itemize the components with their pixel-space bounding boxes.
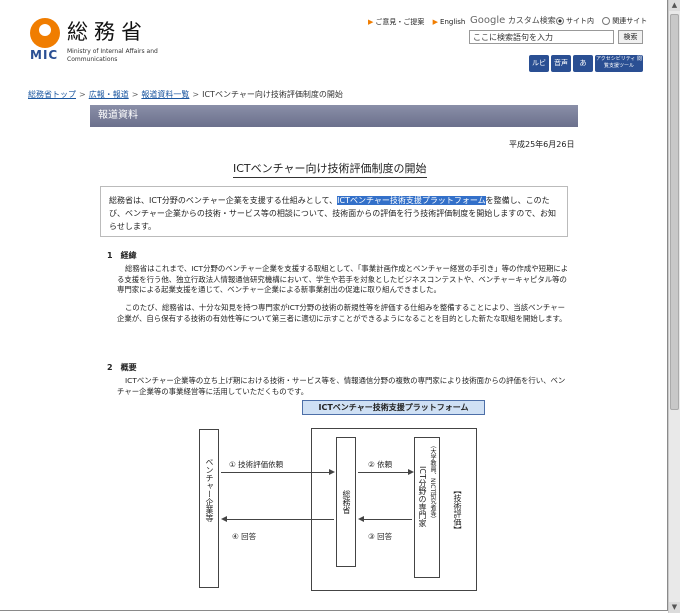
ministry-label: 総務省: [342, 490, 351, 514]
radio-unselected-icon: [602, 17, 611, 25]
section-header: 報道資料: [90, 105, 578, 127]
scroll-thumb[interactable]: [670, 14, 679, 410]
search-scope-radios: サイト内 関連サイト: [556, 16, 647, 26]
diagram-title: ICTベンチャー技術支援プラットフォーム: [302, 400, 485, 415]
arrow-icon: ▶: [432, 18, 439, 26]
arrow-icon: ▶: [368, 18, 374, 26]
platform-link[interactable]: ICTベンチャー技術支援プラットフォーム: [337, 196, 486, 205]
radio-selected-icon: [556, 17, 564, 25]
technical-evaluation-label: 【技術評価】: [453, 486, 462, 534]
breadcrumb-separator: >: [79, 90, 86, 99]
section-heading-overview: 2 概要: [107, 363, 137, 372]
arrow-right-icon: [408, 469, 414, 475]
arrow-right-icon: [329, 469, 335, 475]
arrow1-label: ① 技術評価依頼: [229, 460, 284, 469]
google-search-label: Google カスタム検索: [470, 15, 556, 26]
scroll-down-arrow-icon[interactable]: ▼: [669, 602, 680, 613]
arrow-left-icon: [221, 516, 227, 522]
breadcrumb-separator: >: [131, 90, 139, 99]
arrow-request-line: [221, 472, 329, 473]
ruby-tool-button[interactable]: ルビ: [529, 55, 549, 72]
venture-company-box: ベンチャー企業等: [199, 429, 219, 588]
text-size-button[interactable]: あ: [573, 55, 593, 72]
breadcrumb-separator: >: [192, 90, 200, 99]
speaker-icon[interactable]: 音声: [551, 55, 571, 72]
section-paragraph: ICTベンチャー企業等の立ち上げ期における技術・サービス等を、情報通信分野の複数…: [117, 376, 566, 396]
feedback-link[interactable]: ▶ ご意見・ご提案: [368, 18, 424, 26]
breadcrumb-press-link[interactable]: 広報・報道: [89, 90, 129, 99]
logo-english-name: Ministry of Internal Affairs and Communi…: [67, 48, 158, 63]
ministry-box: 総務省: [336, 437, 356, 567]
publish-date: 平成25年6月26日: [509, 140, 575, 149]
search-button[interactable]: 検索: [618, 30, 643, 44]
breadcrumb-press-list-link[interactable]: 報道資料一覧: [141, 90, 189, 99]
utility-links: ▶ ご意見・ご提案 ▶ English: [368, 17, 471, 27]
arrow-reply-line: [227, 519, 334, 520]
accessibility-tool-button[interactable]: アクセシビリティ 閲覧支援ツール: [595, 55, 643, 72]
arrow3-label: ③ 回答: [368, 532, 393, 541]
radio-site-internal[interactable]: サイト内: [556, 17, 594, 25]
experts-sublabel: （大学教員、NICT研究者等）: [429, 442, 436, 523]
logo-japanese-name: 総務省: [67, 20, 148, 44]
arrow-left-icon: [358, 516, 364, 522]
english-link[interactable]: ▶ English: [433, 18, 466, 26]
page-title: ICTベンチャー向け技術評価制度の開始: [233, 160, 427, 178]
scroll-up-arrow-icon[interactable]: ▲: [669, 0, 680, 11]
breadcrumb: 総務省トップ > 広報・報道 > 報道資料一覧 > ICTベンチャー向け技術評価制度の開始: [28, 89, 343, 100]
radio-related-sites[interactable]: 関連サイト: [602, 17, 647, 25]
arrow-delegate-line: [358, 472, 408, 473]
venture-company-label: ベンチャー企業等: [205, 458, 214, 522]
vertical-scrollbar[interactable]: ▲ ▼: [668, 0, 680, 613]
experts-label: ICT分野の専門家: [418, 466, 427, 527]
logo-mic-text: MIC: [30, 48, 59, 62]
breadcrumb-current: ICTベンチャー向け技術評価制度の開始: [202, 90, 343, 99]
search-input[interactable]: ここに検索語句を入力: [469, 30, 614, 44]
breadcrumb-home-link[interactable]: 総務省トップ: [28, 90, 76, 99]
summary-box: 総務省は、ICT分野のベンチャー企業を支援する仕組みとして、ICTベンチャー技術…: [100, 186, 568, 237]
arrow2-label: ② 依頼: [368, 460, 393, 469]
mic-logo-mark-icon: [30, 18, 60, 48]
arrow-answer-line: [364, 519, 412, 520]
experts-box: （大学教員、NICT研究者等） ICT分野の専門家: [414, 437, 440, 578]
arrow4-label: ④ 回答: [232, 532, 257, 541]
summary-text-before: 総務省は、ICT分野のベンチャー企業を支援する仕組みとして、: [109, 196, 338, 205]
section-paragraph: このたび、総務省は、十分な知見を持つ専門家がICT分野の技術の新規性等を評価する…: [117, 303, 567, 323]
section-paragraph: 総務省はこれまで、ICT分野のベンチャー企業を支援する取組として、「事業計画作成…: [117, 264, 569, 294]
section-heading-background: 1 経緯: [107, 251, 137, 260]
